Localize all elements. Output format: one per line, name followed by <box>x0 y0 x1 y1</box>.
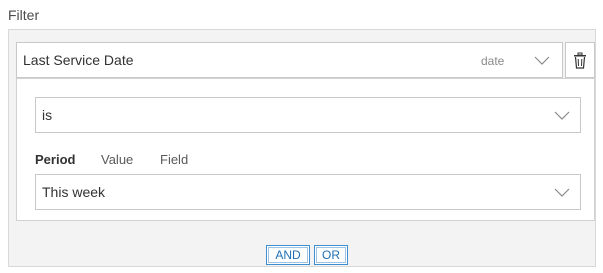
and-button[interactable]: AND <box>266 245 310 265</box>
field-type: date <box>481 54 505 68</box>
trash-icon <box>574 52 586 69</box>
chevron-down-icon <box>554 188 570 197</box>
delete-button[interactable] <box>565 42 595 78</box>
field-select[interactable]: Last Service Date date <box>16 42 563 78</box>
operator-value: is <box>42 107 53 123</box>
filter-title: Filter <box>8 7 40 23</box>
period-select[interactable]: This week <box>35 174 581 210</box>
field-name: Last Service Date <box>23 52 134 68</box>
field-row: Last Service Date date <box>16 42 595 78</box>
tab-period[interactable]: Period <box>35 152 75 167</box>
tab-value[interactable]: Value <box>101 152 133 167</box>
or-button[interactable]: OR <box>314 245 348 265</box>
tab-field[interactable]: Field <box>160 152 188 167</box>
period-value: This week <box>42 184 106 200</box>
chevron-down-icon <box>554 111 570 120</box>
chevron-down-icon <box>534 56 550 65</box>
operator-select[interactable]: is <box>35 97 581 133</box>
